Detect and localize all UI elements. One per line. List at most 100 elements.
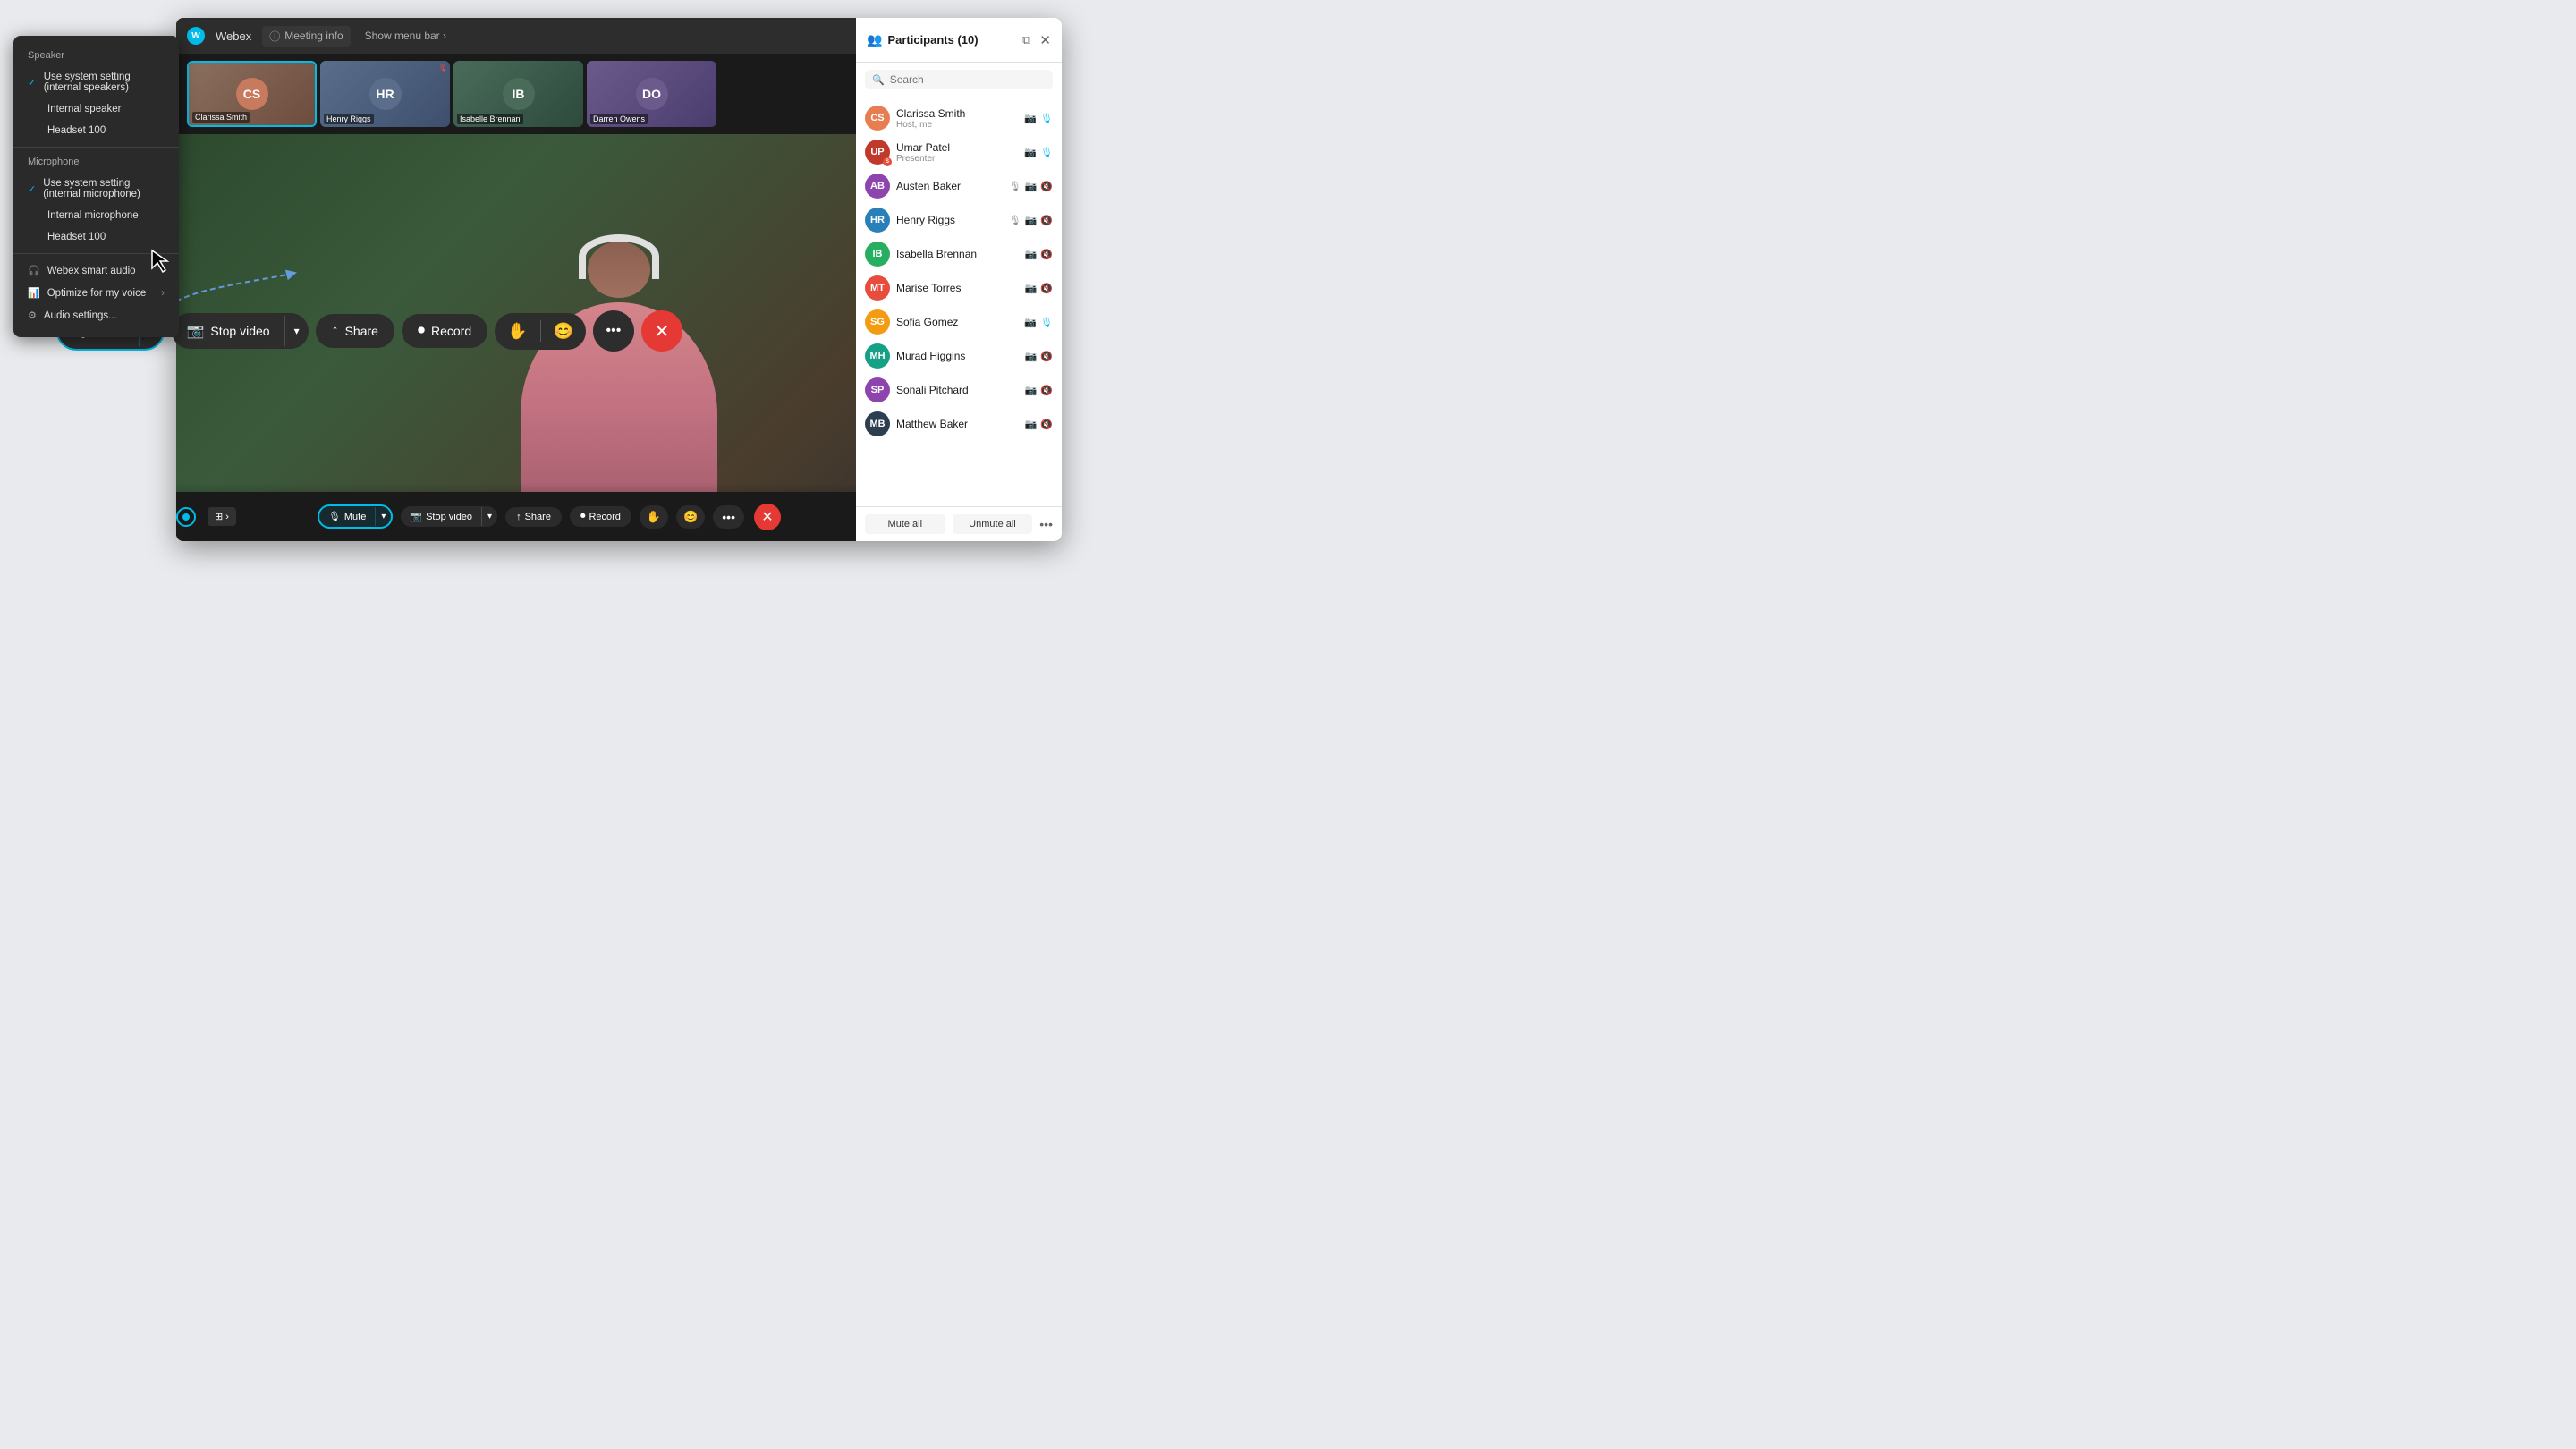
thumbnail-clarissa[interactable]: CS Clarissa Smith [187, 61, 317, 127]
headset-mic-option[interactable]: Headset 100 [13, 226, 179, 248]
mic-system-setting[interactable]: ✓ Use system setting (internal microphon… [13, 173, 179, 205]
record-label: Record [589, 512, 620, 522]
participant-umar[interactable]: UP S Umar Patel Presenter 📷 🎙 [856, 135, 1062, 169]
app-name-label: Webex [216, 30, 251, 43]
show-menu-bar-label: Show menu bar [365, 30, 440, 42]
participant-sonali[interactable]: SP Sonali Pitchard 📷 🔇 [856, 373, 1062, 407]
thumbnail-isabelle[interactable]: IB Isabelle Brennan [453, 61, 583, 127]
internal-speaker-option[interactable]: Internal speaker [13, 98, 179, 120]
large-end-call-button[interactable]: ✕ [641, 310, 682, 352]
avatar-sofia: SG [865, 309, 890, 335]
share-button[interactable]: ↑ Share [505, 507, 562, 527]
end-call-button[interactable]: ✕ [754, 504, 781, 530]
large-stop-video-group: 📷 Stop video ▾ [172, 313, 308, 349]
participant-austen[interactable]: AB Austen Baker 🎙 📷 🔇 [856, 169, 1062, 203]
more-participants-options[interactable]: ••• [1039, 517, 1053, 531]
large-hand-button[interactable]: ✋ [495, 313, 539, 350]
large-stop-video-chevron[interactable]: ▾ [284, 316, 309, 346]
hand-raise-button[interactable]: ✋ [640, 505, 668, 529]
stop-video-chevron[interactable]: ▾ [481, 507, 497, 526]
mute-button[interactable]: 🎙 Mute [319, 506, 375, 527]
henry-mic-icon: 🎙 [1009, 215, 1021, 226]
audio-settings-option[interactable]: ⚙ Audio settings... [13, 304, 179, 326]
webex-smart-audio-option[interactable]: 🎧 Webex smart audio [13, 259, 179, 282]
clarissa-info: Clarissa Smith Host, me [896, 107, 1018, 130]
mute-all-button[interactable]: Mute all [865, 514, 945, 534]
large-share-label: Share [345, 324, 378, 338]
participant-sofia[interactable]: SG Sofia Gomez 📷 🎙 [856, 305, 1062, 339]
unmute-all-button[interactable]: Unmute all [953, 514, 1033, 534]
show-menu-bar-button[interactable]: Show menu bar › [365, 30, 446, 42]
austen-name: Austen Baker [896, 180, 1003, 192]
search-input[interactable] [890, 73, 1046, 86]
soundwave-icon: 📊 [28, 287, 40, 299]
participant-marise[interactable]: MT Marise Torres 📷 🔇 [856, 271, 1062, 305]
large-record-icon: ⏺ [418, 323, 425, 339]
clarissa-name: Clarissa Smith [896, 107, 1018, 120]
search-input-wrap: 🔍 [865, 70, 1053, 89]
sonali-icons: 📷 🔇 [1025, 385, 1053, 396]
murad-info: Murad Higgins [896, 350, 1019, 362]
participant-clarissa[interactable]: CS Clarissa Smith Host, me 📷 🎙 [856, 101, 1062, 135]
record-icon: ⏺ [580, 511, 586, 522]
meeting-info-label: Meeting info [284, 30, 343, 42]
sonali-cam-icon: 📷 [1025, 385, 1038, 396]
more-options-button[interactable]: ••• [713, 505, 744, 529]
stop-video-button[interactable]: 📷 Stop video [401, 506, 481, 527]
henry-info: Henry Riggs [896, 214, 1003, 226]
avatar-henry-thumb: HR [369, 78, 402, 110]
mic-icon: 🎙 [328, 511, 341, 522]
share-icon: ↑ [516, 512, 521, 522]
optimize-voice-option[interactable]: 📊 Optimize for my voice › [13, 282, 179, 304]
isabella-name: Isabella Brennan [896, 248, 1019, 260]
isabella-icons: 📷 🔇 [1025, 249, 1053, 260]
audio-settings-label: Audio settings... [44, 310, 117, 321]
large-share-button[interactable]: ↑ Share [316, 314, 394, 348]
large-more-button[interactable]: ••• [593, 310, 634, 352]
meeting-info-button[interactable]: ⓘ Meeting info [262, 26, 350, 47]
large-emoji-button[interactable]: 😊 [541, 313, 586, 350]
umar-mic-icon: 🎙 [1040, 147, 1053, 158]
check-icon: ✓ [28, 77, 37, 89]
clarissa-mic-icon: 🎙 [1040, 113, 1053, 124]
participant-murad[interactable]: MH Murad Higgins 📷 🔇 [856, 339, 1062, 373]
video-icon: 📷 [410, 511, 422, 522]
umar-name: Umar Patel [896, 141, 1018, 154]
headset-speaker-option[interactable]: Headset 100 [13, 120, 179, 141]
participant-henry[interactable]: HR Henry Riggs 🎙 📷 🔇 [856, 203, 1062, 237]
thumbnail-henry[interactable]: HR 🎙 Henry Riggs [320, 61, 450, 127]
internal-mic-option[interactable]: Internal microphone [13, 205, 179, 226]
layout-small-btn[interactable]: ⊞ › [208, 507, 236, 526]
check-icon-2: ✓ [28, 183, 36, 195]
umar-info: Umar Patel Presenter [896, 141, 1018, 164]
avatar-marise: MT [865, 275, 890, 301]
panel-close-button[interactable]: ✕ [1039, 32, 1051, 48]
sonali-info: Sonali Pitchard [896, 384, 1019, 396]
thumbnail-darren[interactable]: DO Darren Owens [587, 61, 716, 127]
participant-isabella[interactable]: IB Isabella Brennan 📷 🔇 [856, 237, 1062, 271]
thumb-mic-off-henry: 🎙 [438, 64, 447, 72]
avatar-henry: HR [865, 208, 890, 233]
participants-title: Participants (10) [887, 33, 1017, 47]
headphones-icon: 🎧 [28, 265, 40, 276]
speaker-system-setting[interactable]: ✓ Use system setting (internal speakers) [13, 66, 179, 98]
separator-2 [13, 253, 179, 254]
speaker-system-label: Use system setting (internal speakers) [44, 72, 165, 93]
sofia-name: Sofia Gomez [896, 316, 1018, 328]
mute-chevron-button[interactable]: ▾ [375, 507, 391, 526]
marise-info: Marise Torres [896, 282, 1019, 294]
henry-name: Henry Riggs [896, 214, 1003, 226]
microphone-section-label: Microphone [13, 153, 179, 173]
participant-matthew[interactable]: MB Matthew Baker 📷 🔇 [856, 407, 1062, 441]
murad-mic-muted-icon: 🔇 [1040, 351, 1053, 362]
large-stop-video-button[interactable]: 📷 Stop video [172, 313, 284, 349]
large-record-button[interactable]: ⏺ Record [402, 314, 487, 348]
umar-icons: 📷 🎙 [1024, 147, 1053, 158]
record-button[interactable]: ⏺ Record [570, 506, 631, 527]
panel-popout-button[interactable]: ⧉ [1022, 33, 1030, 47]
austen-cam-icon: 📷 [1025, 181, 1038, 192]
henry-cam-icon: 📷 [1025, 215, 1038, 226]
emoji-button[interactable]: 😊 [676, 505, 705, 529]
participants-icon: 👥 [867, 32, 882, 47]
thumb-name-darren: Darren Owens [590, 114, 648, 124]
